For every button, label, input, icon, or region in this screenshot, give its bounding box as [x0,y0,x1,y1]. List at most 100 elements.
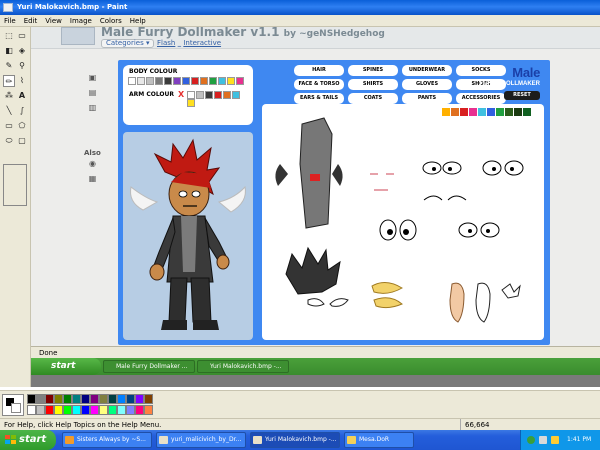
category-underwear[interactable]: UNDERWEAR [402,65,452,76]
category-spines[interactable]: SPINES [348,65,398,76]
color-picker-icon[interactable]: ✎ [3,60,15,72]
comment-icon[interactable]: ▥ [87,102,98,113]
body-colour-swatch-6[interactable] [182,77,190,85]
palette-color-2[interactable] [45,394,54,404]
palette-color-15[interactable] [36,405,45,415]
palette-color-23[interactable] [108,405,117,415]
body-colour-swatch-11[interactable] [227,77,235,85]
palette-color-11[interactable] [126,394,135,404]
menu-image[interactable]: Image [66,15,96,27]
inner-task-dollmaker[interactable]: Male Furry Dollmaker ... [103,360,195,373]
breadcrumb-interactive[interactable]: Interactive [183,39,221,47]
menu-edit[interactable]: Edit [20,15,42,27]
menu-help[interactable]: Help [126,15,150,27]
body-colour-swatch-5[interactable] [173,77,181,85]
palette-color-22[interactable] [99,405,108,415]
menu-view[interactable]: View [41,15,66,27]
line-icon[interactable]: ╲ [3,105,15,117]
item-colour-swatch-2[interactable] [460,108,468,116]
arm-colour-swatch-0[interactable] [187,91,195,99]
task-yuri-malokavich-paint[interactable]: Yuri Malokavich.bmp -... [250,432,340,448]
rounded-rect-icon[interactable]: ▢ [16,135,28,147]
magnifier-icon[interactable]: ⚲ [16,60,28,72]
body-colour-swatch-9[interactable] [209,77,217,85]
item-colour-swatch-0[interactable] [442,108,450,116]
tool-options-box[interactable] [3,164,27,206]
body-colour-swatch-0[interactable] [128,77,136,85]
window-title-bar[interactable]: Yuri Malokavich.bmp - Paint [0,0,600,15]
eyes-option-angry[interactable] [422,161,462,175]
rect-select-icon[interactable]: ▭ [16,30,28,42]
item-colour-swatch-8[interactable] [514,108,522,116]
free-select-icon[interactable]: ⬚ [3,30,15,42]
airbrush-icon[interactable]: ⁂ [3,90,15,102]
category-hair[interactable]: HAIR [294,65,344,76]
category-shirts[interactable]: SHIRTS [348,79,398,90]
clock[interactable]: 1:41 PM [567,430,591,450]
menu-file[interactable]: File [0,15,20,27]
ear-option-2[interactable] [373,297,403,309]
item-colour-swatch-1[interactable] [451,108,459,116]
palette-color-6[interactable] [81,394,90,404]
body-colour-swatch-12[interactable] [236,77,244,85]
palette-color-14[interactable] [27,405,36,415]
palette-color-20[interactable] [81,405,90,415]
body-colour-swatch-2[interactable] [146,77,154,85]
palette-color-19[interactable] [72,405,81,415]
palette-color-5[interactable] [72,394,81,404]
body-colour-swatch-10[interactable] [218,77,226,85]
category-pants[interactable]: PANTS [402,93,452,104]
hair-option[interactable] [285,246,341,295]
eyes-option-narrow[interactable] [423,195,467,201]
palette-color-3[interactable] [54,394,63,404]
security-icon[interactable] [551,436,559,444]
share-icon[interactable]: ▤ [87,87,98,98]
gloves-option[interactable] [307,298,349,307]
palette-color-16[interactable] [45,405,54,415]
eraser-icon[interactable]: ◧ [3,45,15,57]
body-colour-swatch-8[interactable] [200,77,208,85]
category-coats[interactable]: COATS [348,93,398,104]
palette-color-17[interactable] [54,405,63,415]
gallery-icon[interactable]: ▦ [87,173,98,184]
eyes-option-round[interactable] [379,219,417,241]
arm-colour-swatch-1[interactable] [196,91,204,99]
palette-color-25[interactable] [126,405,135,415]
body-colour-swatch-4[interactable] [164,77,172,85]
categories-button[interactable]: Categories ▾ [101,39,155,48]
palette-color-24[interactable] [117,405,126,415]
sleeve-option[interactable] [275,164,288,186]
pencil-icon[interactable]: ✏ [3,75,15,87]
favorite-icon[interactable]: ▣ [87,72,98,83]
arm-colour-swatch-4[interactable] [223,91,231,99]
brush-icon[interactable]: ⌇ [16,75,28,87]
palette-color-9[interactable] [108,394,117,404]
feet-option[interactable] [449,282,491,323]
coat-option[interactable] [299,117,333,229]
palette-color-18[interactable] [63,405,72,415]
fill-bucket-icon[interactable]: ◈ [16,45,28,57]
palette-color-21[interactable] [90,405,99,415]
category-gloves[interactable]: GLOVES [402,79,452,90]
arm-colour-swatch-3[interactable] [214,91,222,99]
accessory-option[interactable] [501,283,521,299]
ellipse-icon[interactable]: ⬭ [3,135,15,147]
body-colour-swatch-1[interactable] [137,77,145,85]
info-icon[interactable]: ◉ [87,158,98,169]
body-colour-swatch-7[interactable] [191,77,199,85]
category-face-torso[interactable]: FACE & TORSO [294,79,344,90]
palette-color-27[interactable] [144,405,153,415]
dollmaker-game[interactable]: BODY COLOUR ARM COLOUR X HAIR SPINES UND… [118,60,550,345]
curve-icon[interactable]: ∫ [16,105,28,117]
sleeve-option-right[interactable] [332,164,343,186]
palette-color-7[interactable] [90,394,99,404]
arm-colour-swatch-6[interactable] [187,99,195,107]
eyes-option-glare[interactable] [482,160,524,176]
arm-colour-swatch-2[interactable] [205,91,213,99]
item-colour-swatch-7[interactable] [505,108,513,116]
arm-colour-clear-icon[interactable]: X [178,90,184,99]
menu-colors[interactable]: Colors [96,15,126,27]
category-ears-tails[interactable]: EARS & TAILS [294,93,344,104]
palette-color-0[interactable] [27,394,36,404]
text-tool-icon[interactable]: A [16,90,28,102]
